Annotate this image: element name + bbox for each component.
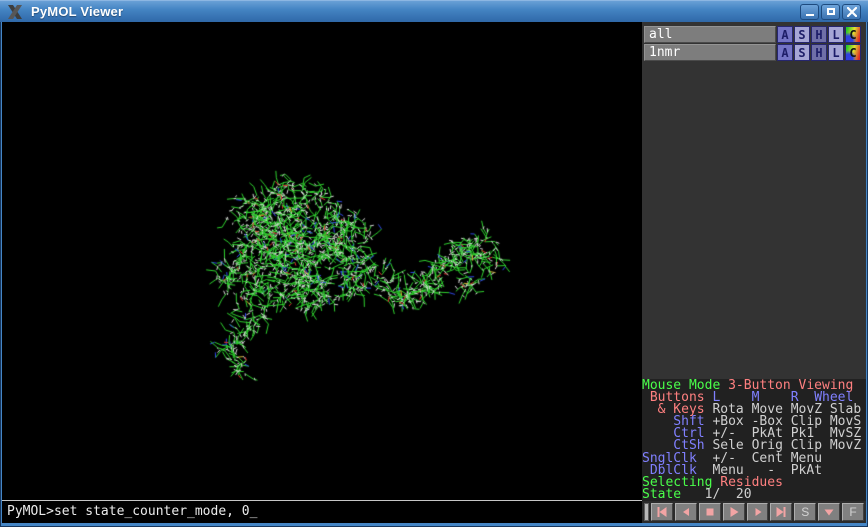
object-1nmr-button-a[interactable]: A — [777, 44, 793, 61]
window-controls — [800, 4, 861, 20]
object-row-1nmr: 1nmrASHLC — [644, 44, 865, 61]
object-1nmr-button-c[interactable]: C — [845, 44, 861, 61]
minimize-button[interactable] — [800, 4, 819, 20]
command-cursor: _ — [250, 504, 258, 519]
viewport-3d[interactable] — [2, 22, 642, 500]
object-1nmr-button-s[interactable]: S — [794, 44, 810, 61]
object-name-all[interactable]: all — [644, 26, 776, 43]
movie-controls: SF — [642, 501, 866, 523]
movie-s-button[interactable]: S — [794, 503, 816, 521]
left-column: PyMOL>set state_counter_mode, 0_ — [2, 22, 642, 523]
object-1nmr-button-l[interactable]: L — [828, 44, 844, 61]
object-all-button-h[interactable]: H — [811, 26, 827, 43]
maximize-icon — [827, 8, 835, 15]
sidebar: allASHLC1nmrASHLC Mouse Mode 3-Button Vi… — [642, 22, 866, 523]
movie-down-arrow-button[interactable] — [818, 503, 840, 521]
object-row-all: allASHLC — [644, 26, 865, 43]
skip-forward-icon — [775, 506, 787, 518]
object-all-button-c[interactable]: C — [845, 26, 861, 43]
window-title: PyMOL Viewer — [31, 4, 123, 19]
pymol-window: PyMOL Viewer PyMOL>set state_counter_mod… — [0, 0, 868, 527]
movie-stop-button[interactable] — [699, 503, 721, 521]
step-forward-icon — [752, 506, 764, 518]
mouse-panel-line-9[interactable]: State 1/ 20 — [642, 489, 866, 501]
play-icon — [728, 506, 740, 518]
object-all-button-s[interactable]: S — [794, 26, 810, 43]
down-arrow-icon — [823, 506, 835, 518]
command-text: set state_counter_mode, 0 — [54, 504, 250, 519]
movie-play-button[interactable] — [723, 503, 745, 521]
command-prompt: PyMOL> — [7, 504, 54, 519]
x11-app-icon — [4, 3, 26, 21]
movie-f-button[interactable]: F — [842, 503, 864, 521]
mouse-mode-panel: Mouse Mode 3-Button Viewing Buttons L M … — [642, 379, 866, 501]
object-all-button-l[interactable]: L — [828, 26, 844, 43]
object-name-1nmr[interactable]: 1nmr — [644, 44, 776, 61]
movie-step-forward-button[interactable] — [747, 503, 769, 521]
object-panel: allASHLC1nmrASHLC — [642, 22, 866, 62]
command-line[interactable]: PyMOL>set state_counter_mode, 0_ — [2, 501, 642, 523]
step-backward-icon — [680, 506, 692, 518]
sidebar-spacer — [642, 62, 866, 379]
movie-skip-forward-button[interactable] — [770, 503, 792, 521]
panel-resize-handle[interactable] — [644, 503, 649, 521]
object-all-button-a[interactable]: A — [777, 26, 793, 43]
skip-backward-icon — [656, 506, 668, 518]
molecule-render[interactable] — [2, 22, 642, 500]
close-button[interactable] — [842, 4, 861, 20]
object-1nmr-button-h[interactable]: H — [811, 44, 827, 61]
close-icon — [847, 7, 857, 17]
stop-icon — [704, 506, 716, 518]
minimize-icon — [806, 14, 814, 16]
maximize-button[interactable] — [821, 4, 840, 20]
titlebar[interactable]: PyMOL Viewer — [0, 0, 868, 22]
window-body: PyMOL>set state_counter_mode, 0_ allASHL… — [2, 22, 866, 523]
movie-step-backward-button[interactable] — [675, 503, 697, 521]
movie-skip-backward-button[interactable] — [651, 503, 673, 521]
